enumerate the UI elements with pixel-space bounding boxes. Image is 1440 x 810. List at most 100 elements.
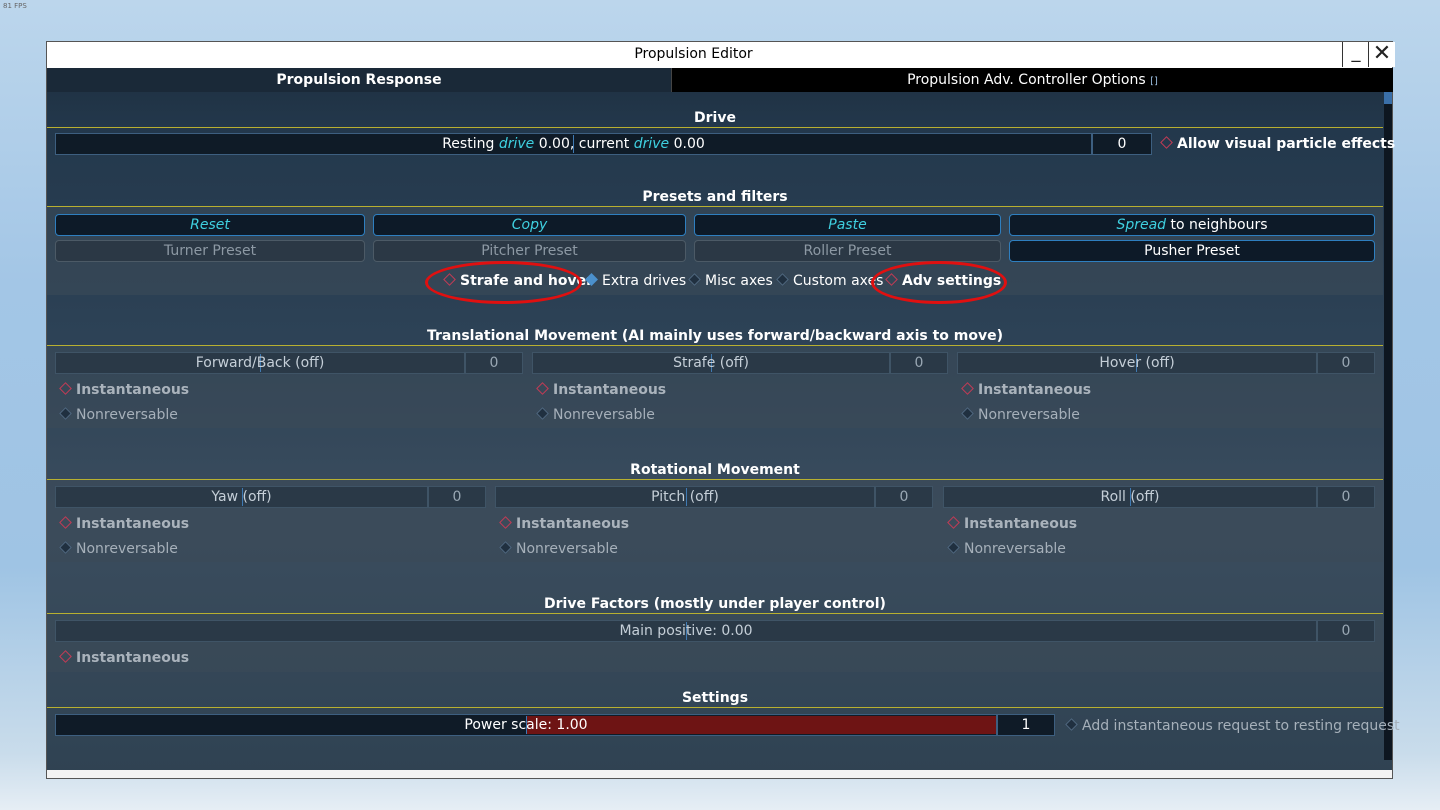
settings-section-title: Settings [681,690,749,706]
filter-custom-axes[interactable]: Custom axes [776,271,883,291]
toggle-off-icon [1160,136,1173,149]
window-bottom-edge [47,770,1392,778]
filter-misc-axes[interactable]: Misc axes [688,271,773,291]
translational-section-title: Translational Movement (AI mainly uses f… [427,328,1003,344]
toggle-off-icon [947,516,960,529]
button-label: Copy [511,217,548,233]
toggle-off-icon [961,382,974,395]
scrollbar-thumb[interactable] [1384,92,1392,104]
toggle-icon [499,541,512,554]
toggle-label: Nonreversable [516,541,618,557]
pitch-value[interactable]: 0 [875,486,933,508]
allow-particle-effects-toggle[interactable]: Allow visual particle effects [1160,134,1396,154]
power-scale-slider[interactable]: Power scale: 1.00 [55,714,997,736]
roller-preset-button[interactable]: Roller Preset [694,240,1001,262]
tab-propulsion-response[interactable]: Propulsion Response [47,68,671,92]
minimize-button[interactable]: _ [1342,42,1369,67]
reset-button[interactable]: Reset [55,214,365,236]
axis-label: Pitch (off) [651,489,719,505]
toggle-icon [688,273,701,286]
power-scale-value[interactable]: 1 [997,714,1055,736]
yaw-value[interactable]: 0 [428,486,486,508]
roll-slider[interactable]: Roll (off) [943,486,1317,508]
toggle-label: Extra drives [602,273,687,289]
forward-back-slider[interactable]: Forward/Back (off) [55,352,465,374]
section-divider [47,127,1383,128]
drive-section-title: Drive [694,110,736,126]
tab-adv-controller-options[interactable]: Propulsion Adv. Controller Options [] [671,68,1393,92]
spread-to-neighbours-button[interactable]: Spread to neighbours [1009,214,1375,236]
drive-word-1: drive [498,136,535,152]
drive-text-3: 0.00 [669,136,705,152]
toggle-label: Allow visual particle effects [1177,136,1396,152]
slider-label: Power scale: 1.00 [464,717,588,733]
toggle-label: Nonreversable [76,541,178,557]
toggle-label: Nonreversable [978,407,1080,423]
drive-word-2: drive [633,136,670,152]
highlight-ring-strafe [425,261,582,304]
forward-back-nonreversable-toggle[interactable]: Nonreversable [59,405,178,425]
roll-value[interactable]: 0 [1317,486,1375,508]
toggle-off-icon [59,382,72,395]
tab-label: Propulsion Response [276,72,442,88]
forward-back-value[interactable]: 0 [465,352,523,374]
pitch-instantaneous-toggle[interactable]: Instantaneous [499,514,630,534]
axis-label: Roll (off) [1100,489,1160,505]
main-positive-slider[interactable]: Main positive: 0.00 [55,620,1317,642]
strafe-instantaneous-toggle[interactable]: Instantaneous [536,380,667,400]
toggle-off-icon [59,650,72,663]
roll-instantaneous-toggle[interactable]: Instantaneous [947,514,1078,534]
yaw-instantaneous-toggle[interactable]: Instantaneous [59,514,189,534]
turner-preset-button[interactable]: Turner Preset [55,240,365,262]
pitch-nonreversable-toggle[interactable]: Nonreversable [499,539,618,559]
paste-button[interactable]: Paste [694,214,1001,236]
strafe-nonreversable-toggle[interactable]: Nonreversable [536,405,655,425]
main-positive-instantaneous-toggle[interactable]: Instantaneous [59,648,190,668]
rotational-section-title: Rotational Movement [630,462,800,478]
yaw-slider[interactable]: Yaw (off) [55,486,428,508]
roll-nonreversable-toggle[interactable]: Nonreversable [947,539,1066,559]
title-bar: Propulsion Editor _ ✕ [47,42,1395,68]
axis-label: Hover (off) [1099,355,1175,371]
toggle-off-icon [536,382,549,395]
toggle-label: Instantaneous [964,516,1078,532]
forward-back-instantaneous-toggle[interactable]: Instantaneous [59,380,189,400]
toggle-icon [59,541,72,554]
close-button[interactable]: ✕ [1368,42,1395,67]
tab-marker: [] [1150,76,1158,87]
hover-nonreversable-toggle[interactable]: Nonreversable [961,405,1080,425]
strafe-value[interactable]: 0 [890,352,948,374]
toggle-off-icon [499,516,512,529]
hover-value[interactable]: 0 [1317,352,1375,374]
toggle-label: Nonreversable [964,541,1066,557]
toggle-icon [536,407,549,420]
toggle-icon [947,541,960,554]
toggle-label: Instantaneous [516,516,630,532]
toggle-label: Instantaneous [553,382,667,398]
toggle-icon [776,273,789,286]
toggle-on-icon [585,273,598,286]
button-label-accent: Spread [1116,217,1167,233]
hover-slider[interactable]: Hover (off) [957,352,1317,374]
axis-label: Strafe (off) [673,355,749,371]
pitch-slider[interactable]: Pitch (off) [495,486,875,508]
drive-value-field[interactable]: 0 [1092,133,1152,155]
toggle-off-icon [59,516,72,529]
scrollbar[interactable] [1384,92,1392,760]
main-positive-value[interactable]: 0 [1317,620,1375,642]
pitcher-preset-button[interactable]: Pitcher Preset [373,240,686,262]
toggle-label: Instantaneous [978,382,1092,398]
filter-extra-drives[interactable]: Extra drives [585,271,687,291]
yaw-nonreversable-toggle[interactable]: Nonreversable [59,539,178,559]
toggle-label: Add instantaneous request to resting req… [1082,718,1400,734]
propulsion-editor-window: Propulsion Editor _ ✕ Propulsion Respons… [46,41,1400,779]
pusher-preset-button[interactable]: Pusher Preset [1009,240,1375,262]
add-instantaneous-request-toggle[interactable]: Add instantaneous request to resting req… [1065,716,1400,736]
strafe-slider[interactable]: Strafe (off) [532,352,890,374]
hover-instantaneous-toggle[interactable]: Instantaneous [961,380,1092,400]
toggle-label: Nonreversable [76,407,178,423]
toggle-label: Instantaneous [76,650,190,666]
drive-slider[interactable]: Resting drive 0.00, current drive 0.00 [55,133,1092,155]
button-label: Paste [828,217,867,233]
copy-button[interactable]: Copy [373,214,686,236]
